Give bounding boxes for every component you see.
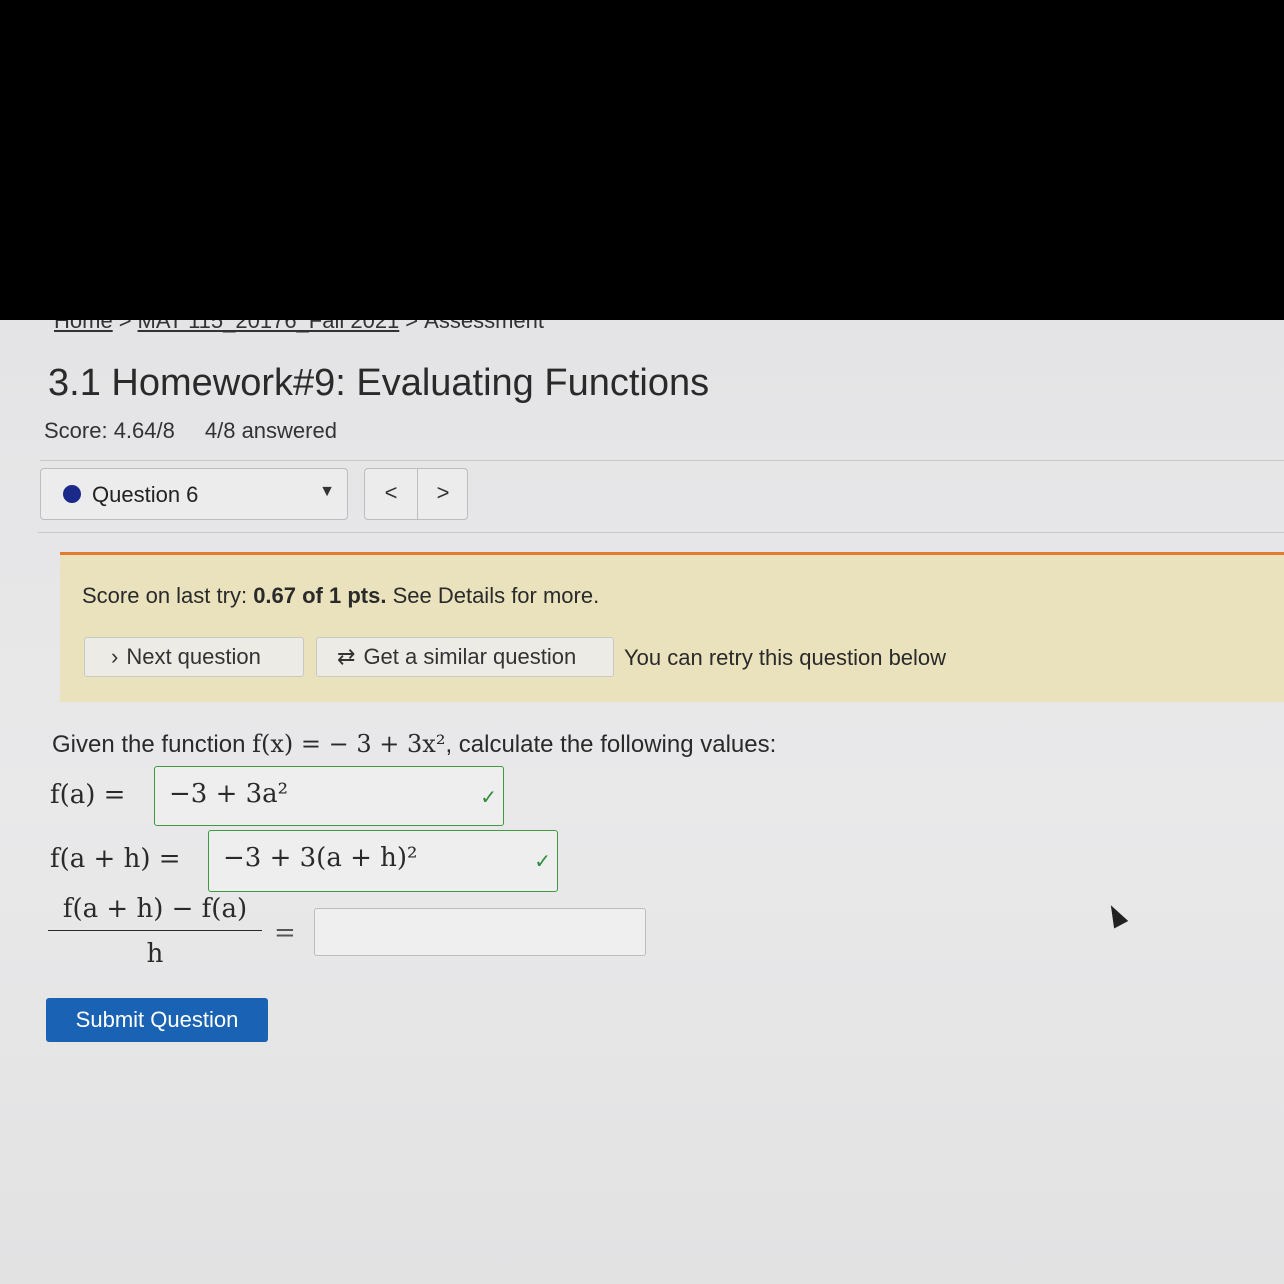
function-definition: f(x) = − 3 + 3x² — [252, 730, 446, 758]
breadcrumb: Home > MAT 115_20176_Fall 2021 > Assessment — [54, 320, 544, 334]
browser-viewport: Home > MAT 115_20176_Fall 2021 > Assessment … — [0, 320, 1284, 1284]
previous-question-button[interactable]: < — [365, 469, 418, 519]
similar-question-label: Get a similar question — [363, 644, 577, 669]
chevron-right-icon: › — [111, 644, 119, 669]
divider — [38, 532, 1284, 533]
difference-quotient-input[interactable] — [314, 908, 646, 956]
next-question-button[interactable]: › Next question — [84, 637, 304, 677]
breadcrumb-course-link[interactable]: MAT 115_20176_Fall 2021 — [138, 320, 400, 333]
last-try-banner: Score on last try: 0.67 of 1 pts. See De… — [60, 552, 1284, 702]
breadcrumb-separator: > — [405, 320, 419, 333]
fraction-denominator: h — [146, 939, 164, 969]
last-try-score-text: Score on last try: 0.67 of 1 pts. See De… — [82, 583, 599, 609]
fa-answer-value: −3 + 3a² — [169, 779, 289, 809]
checkmark-icon: ✓ — [534, 851, 551, 873]
next-question-arrow-button[interactable]: > — [417, 469, 469, 519]
fa-answer-box[interactable]: −3 + 3a² ✓ — [154, 766, 504, 826]
breadcrumb-separator: > — [118, 320, 132, 333]
mouse-cursor-icon — [1103, 901, 1129, 929]
divider — [40, 460, 1284, 461]
breadcrumb-home-link[interactable]: Home — [54, 320, 113, 333]
fah-label: f(a + h) = — [50, 844, 181, 874]
fraction-numerator: f(a + h) − f(a) — [48, 894, 262, 931]
score-summary: Score: 4.64/8 4/8 answered — [44, 418, 337, 444]
question-status-dot — [63, 485, 81, 503]
last-try-score: 0.67 of 1 pts. — [253, 583, 387, 608]
refresh-icon: ⇄ — [337, 644, 356, 669]
next-question-label: Next question — [126, 644, 261, 669]
equals-sign: = — [274, 918, 296, 948]
question-select-label: Question 6 — [92, 482, 199, 507]
last-try-prefix: Score on last try: — [82, 583, 254, 608]
last-try-suffix: See Details for more. — [386, 583, 600, 608]
answered-text: 4/8 answered — [204, 418, 337, 443]
caret-down-icon: ▼ — [319, 483, 335, 500]
breadcrumb-current: Assessment — [424, 320, 544, 333]
score-text: Score: 4.64/8 — [44, 418, 175, 443]
similar-question-button[interactable]: ⇄ Get a similar question — [316, 637, 614, 677]
difference-quotient: f(a + h) − f(a) h — [48, 894, 262, 969]
question-suffix: , calculate the following values: — [445, 731, 777, 758]
fah-answer-value: −3 + 3(a + h)² — [223, 843, 418, 873]
question-nav-buttons: < > — [364, 468, 468, 520]
checkmark-icon: ✓ — [480, 787, 497, 809]
question-select[interactable]: Question 6 ▼ — [40, 468, 348, 520]
question-prefix: Given the function — [52, 731, 253, 758]
fah-answer-box[interactable]: −3 + 3(a + h)² ✓ — [208, 830, 558, 892]
submit-question-button[interactable]: Submit Question — [46, 998, 268, 1042]
retry-text: You can retry this question below — [624, 645, 947, 670]
fa-label: f(a) = — [50, 780, 126, 810]
page-title: 3.1 Homework#9: Evaluating Functions — [48, 362, 710, 404]
question-prompt: Given the function f(x) = − 3 + 3x², cal… — [52, 730, 776, 759]
